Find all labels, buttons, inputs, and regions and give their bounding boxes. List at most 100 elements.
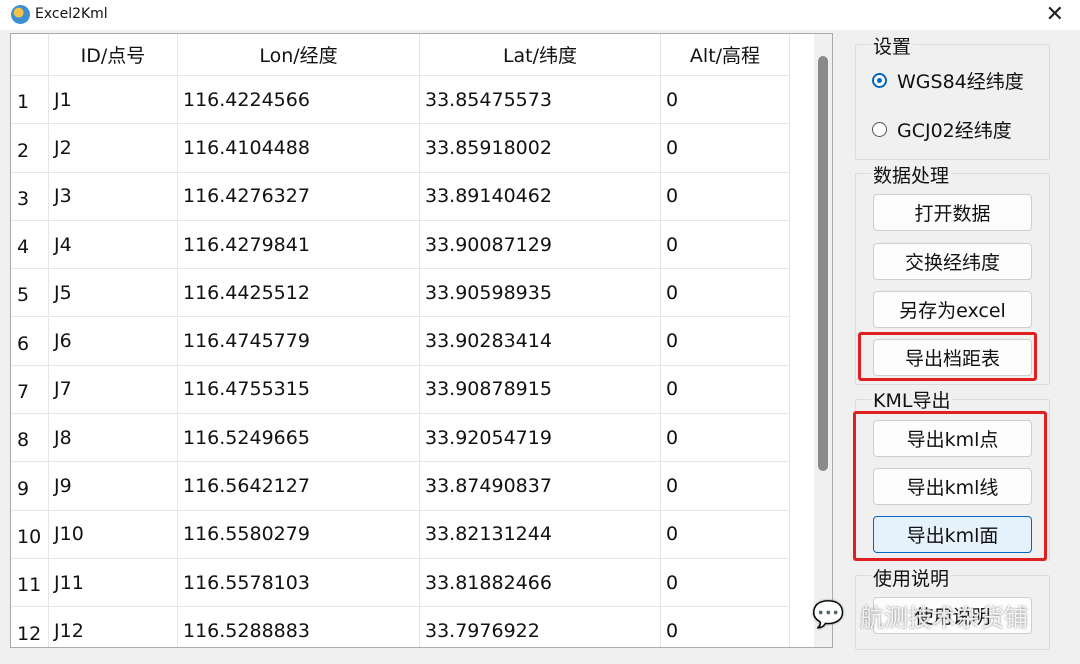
cell-lon[interactable]: 116.4279841 — [178, 220, 420, 270]
cell-alt[interactable]: 0 — [661, 462, 790, 511]
cell-lon[interactable]: 116.5642127 — [178, 462, 420, 511]
table-row[interactable]: 4 J4 116.4279841 33.90087129 0 — [11, 220, 790, 270]
row-number[interactable]: 10 — [11, 510, 49, 559]
cell-alt[interactable]: 0 — [661, 510, 790, 559]
settings-label: 设置 — [871, 32, 914, 59]
table-row[interactable]: 9 J9 116.5642127 33.87490837 0 — [11, 462, 790, 511]
cell-lat[interactable]: 33.90087129 — [420, 220, 661, 270]
radio-gcj02[interactable]: GCJ02经纬度 — [872, 116, 1012, 143]
help-label: 使用说明 — [871, 564, 952, 591]
open-data-button[interactable]: 打开数据 — [873, 194, 1032, 231]
cell-lon[interactable]: 116.4224566 — [178, 76, 420, 125]
table-row[interactable]: 10 J10 116.5580279 33.82131244 0 — [11, 510, 790, 559]
cell-alt[interactable]: 0 — [661, 607, 790, 647]
cell-id[interactable]: J4 — [49, 220, 178, 270]
highlight-box-span — [858, 332, 1037, 381]
wechat-icon: 💬 — [812, 600, 845, 630]
cell-alt[interactable]: 0 — [661, 559, 790, 608]
row-number[interactable]: 11 — [11, 559, 49, 608]
cell-lat[interactable]: 33.92054719 — [420, 414, 661, 463]
save-excel-button[interactable]: 另存为excel — [873, 291, 1032, 328]
vertical-scrollbar[interactable] — [814, 34, 832, 647]
cell-alt[interactable]: 0 — [661, 220, 790, 270]
cell-alt[interactable]: 0 — [661, 365, 790, 415]
header-lat[interactable]: Lat/纬度 — [420, 34, 661, 76]
table-row[interactable]: 2 J2 116.4104488 33.85918002 0 — [11, 124, 790, 173]
table-row[interactable]: 5 J5 116.4425512 33.90598935 0 — [11, 269, 790, 318]
corner-header — [11, 34, 49, 76]
cell-lat[interactable]: 33.90598935 — [420, 269, 661, 318]
data-processing-label: 数据处理 — [871, 161, 952, 188]
window-title: Excel2Kml — [35, 6, 108, 22]
cell-id[interactable]: J3 — [49, 172, 178, 221]
table-row[interactable]: 8 J8 116.5249665 33.92054719 0 — [11, 414, 790, 463]
table-row[interactable]: 12 J12 116.5288883 33.7976922 0 — [11, 607, 790, 647]
row-number[interactable]: 4 — [11, 220, 49, 270]
grid-header: ID/点号 Lon/经度 Lat/纬度 Alt/高程 — [11, 34, 790, 76]
row-number[interactable]: 6 — [11, 317, 49, 366]
header-id[interactable]: ID/点号 — [49, 34, 178, 76]
close-button[interactable]: ✕ — [1046, 2, 1064, 27]
cell-lat[interactable]: 33.90283414 — [420, 317, 661, 366]
watermark: 航测技术杂货铺 — [860, 604, 1028, 632]
cell-id[interactable]: J1 — [49, 76, 178, 125]
row-number[interactable]: 8 — [11, 414, 49, 463]
table-row[interactable]: 7 J7 116.4755315 33.90878915 0 — [11, 365, 790, 415]
cell-lon[interactable]: 116.4104488 — [178, 124, 420, 173]
radio-unselected-icon — [872, 122, 887, 137]
cell-lon[interactable]: 116.5580279 — [178, 510, 420, 559]
cell-id[interactable]: J11 — [49, 559, 178, 608]
cell-alt[interactable]: 0 — [661, 172, 790, 221]
cell-lat[interactable]: 33.87490837 — [420, 462, 661, 511]
table-row[interactable]: 11 J11 116.5578103 33.81882466 0 — [11, 559, 790, 608]
cell-id[interactable]: J9 — [49, 462, 178, 511]
title-bar: Excel2Kml ✕ — [0, 0, 1080, 30]
cell-alt[interactable]: 0 — [661, 317, 790, 366]
table-row[interactable]: 6 J6 116.4745779 33.90283414 0 — [11, 317, 790, 366]
cell-lat[interactable]: 33.82131244 — [420, 510, 661, 559]
swap-lonlat-button[interactable]: 交换经纬度 — [873, 243, 1032, 280]
row-number[interactable]: 5 — [11, 269, 49, 318]
row-number[interactable]: 1 — [11, 76, 49, 125]
row-number[interactable]: 12 — [11, 607, 49, 647]
cell-lat[interactable]: 33.85475573 — [420, 76, 661, 125]
cell-lat[interactable]: 33.89140462 — [420, 172, 661, 221]
cell-alt[interactable]: 0 — [661, 414, 790, 463]
row-number[interactable]: 9 — [11, 462, 49, 511]
cell-alt[interactable]: 0 — [661, 124, 790, 173]
header-lon[interactable]: Lon/经度 — [178, 34, 420, 76]
cell-lat[interactable]: 33.7976922 — [420, 607, 661, 647]
scrollbar-thumb[interactable] — [818, 56, 828, 471]
cell-lon[interactable]: 116.4276327 — [178, 172, 420, 221]
cell-id[interactable]: J12 — [49, 607, 178, 647]
table-row[interactable]: 1 J1 116.4224566 33.85475573 0 — [11, 76, 790, 125]
radio-wgs84-label: WGS84经纬度 — [897, 71, 1024, 93]
radio-gcj02-label: GCJ02经纬度 — [897, 120, 1012, 142]
cell-lon[interactable]: 116.4425512 — [178, 269, 420, 318]
cell-id[interactable]: J2 — [49, 124, 178, 173]
header-alt[interactable]: Alt/高程 — [661, 34, 790, 76]
cell-id[interactable]: J5 — [49, 269, 178, 318]
cell-lon[interactable]: 116.5249665 — [178, 414, 420, 463]
cell-lon[interactable]: 116.5288883 — [178, 607, 420, 647]
cell-id[interactable]: J6 — [49, 317, 178, 366]
cell-lat[interactable]: 33.90878915 — [420, 365, 661, 415]
data-grid[interactable]: ID/点号 Lon/经度 Lat/纬度 Alt/高程 1 J1 116.422456… — [10, 33, 833, 648]
radio-wgs84[interactable]: WGS84经纬度 — [872, 67, 1024, 94]
row-number[interactable]: 3 — [11, 172, 49, 221]
row-number[interactable]: 7 — [11, 365, 49, 415]
cell-alt[interactable]: 0 — [661, 269, 790, 318]
cell-lon[interactable]: 116.4755315 — [178, 365, 420, 415]
cell-lon[interactable]: 116.5578103 — [178, 559, 420, 608]
cell-alt[interactable]: 0 — [661, 76, 790, 125]
cell-lon[interactable]: 116.4745779 — [178, 317, 420, 366]
cell-lat[interactable]: 33.85918002 — [420, 124, 661, 173]
globe-icon — [11, 5, 30, 24]
row-number[interactable]: 2 — [11, 124, 49, 173]
cell-id[interactable]: J7 — [49, 365, 178, 415]
kml-export-label: KML导出 — [871, 386, 953, 413]
table-row[interactable]: 3 J3 116.4276327 33.89140462 0 — [11, 172, 790, 221]
cell-id[interactable]: J8 — [49, 414, 178, 463]
cell-id[interactable]: J10 — [49, 510, 178, 559]
cell-lat[interactable]: 33.81882466 — [420, 559, 661, 608]
